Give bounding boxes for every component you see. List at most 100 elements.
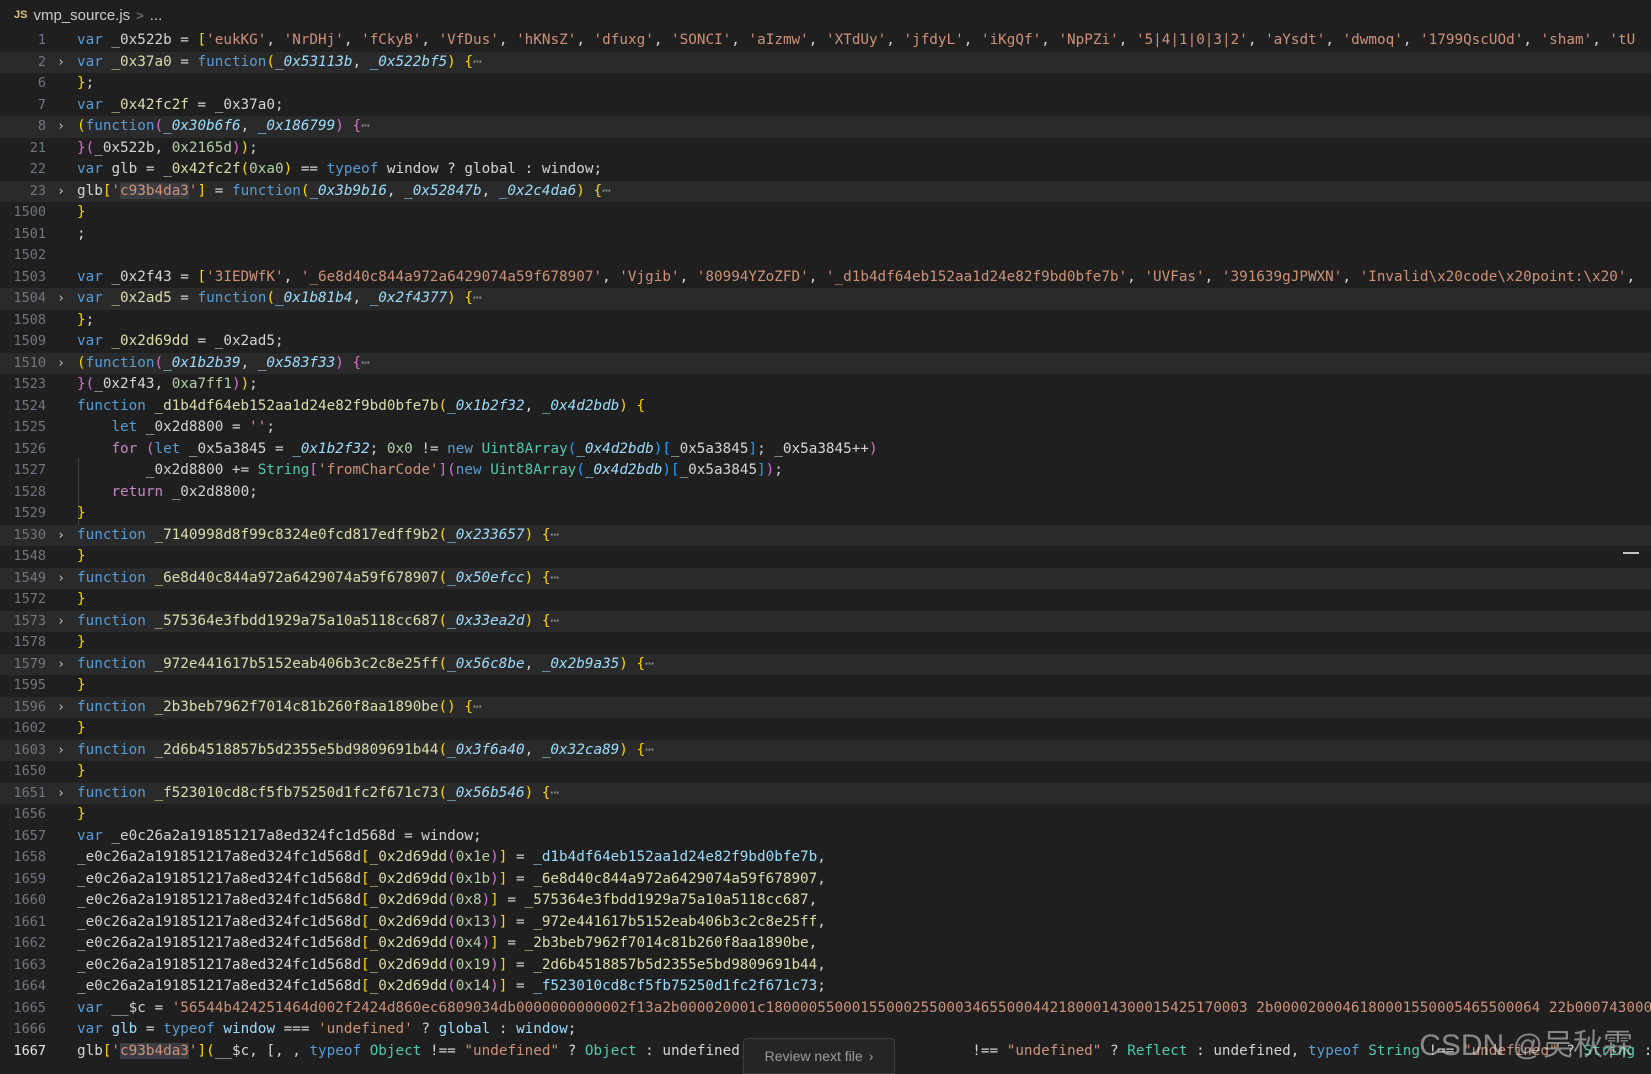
- code-line[interactable]: 1573›function _575364e3fbdd1929a75a10a51…: [0, 611, 1651, 633]
- code-line[interactable]: 1572}: [0, 589, 1651, 611]
- code-token: ): [335, 355, 344, 371]
- fold-chevron-icon[interactable]: ›: [54, 611, 68, 633]
- code-line[interactable]: 1595}: [0, 675, 1651, 697]
- code-token: =: [507, 978, 533, 994]
- fold-chevron-icon[interactable]: ›: [54, 116, 68, 138]
- code-text: }: [77, 675, 1651, 697]
- code-text: var _0x2ad5 = function(_0x1b81b4, _0x2f4…: [77, 288, 1651, 310]
- fold-chevron-icon[interactable]: ›: [54, 740, 68, 762]
- code-token: [77, 441, 111, 457]
- code-line[interactable]: 1526 for (let _0x5a3845 = _0x1b2f32; 0x0…: [0, 439, 1651, 461]
- line-number: 1657: [0, 826, 46, 848]
- code-token: : undefined,: [637, 1043, 749, 1059]
- code-token: 'tU: [1609, 32, 1635, 48]
- code-line[interactable]: 1503var _0x2f43 = ['3IEDWfK', '_6e8d40c8…: [0, 267, 1651, 289]
- code-line[interactable]: 1501;: [0, 224, 1651, 246]
- fold-chevron-icon[interactable]: ›: [54, 181, 68, 203]
- code-line[interactable]: 1523}(_0x2f43, 0xa7ff1));: [0, 374, 1651, 396]
- code-text: for (let _0x5a3845 = _0x1b2f32; 0x0 != n…: [77, 439, 1651, 461]
- code-line[interactable]: 1650}: [0, 761, 1651, 783]
- code-line[interactable]: 1508};: [0, 310, 1651, 332]
- fold-chevron-icon[interactable]: ›: [54, 697, 68, 719]
- line-number: 1595: [0, 675, 46, 697]
- code-line[interactable]: 1578}: [0, 632, 1651, 654]
- code-token: ,: [602, 269, 619, 285]
- code-line[interactable]: 1596›function _2b3beb7962f7014c81b260f8a…: [0, 697, 1651, 719]
- fold-chevron-icon[interactable]: ›: [54, 654, 68, 676]
- code-line[interactable]: 22var glb = _0x42fc2f(0xa0) == typeof wi…: [0, 159, 1651, 181]
- code-token: (: [86, 376, 95, 392]
- code-line[interactable]: 1502: [0, 245, 1651, 267]
- code-token: [: [361, 935, 370, 951]
- code-line[interactable]: 1549›function _6e8d40c844a972a6429074a59…: [0, 568, 1651, 590]
- code-token: _0x3b9b16: [309, 183, 386, 199]
- code-line[interactable]: 1var _0x522b = ['eukKG', 'NrDHj', 'fCkyB…: [0, 30, 1651, 52]
- code-token: ': [111, 1043, 120, 1059]
- code-line[interactable]: 1661_e0c26a2a191851217a8ed324fc1d568d[_0…: [0, 912, 1651, 934]
- code-line[interactable]: 1529}: [0, 503, 1651, 525]
- code-line[interactable]: 1657var _e0c26a2a191851217a8ed324fc1d568…: [0, 826, 1651, 848]
- code-line[interactable]: 1527 _0x2d8800 += String['fromCharCode']…: [0, 460, 1651, 482]
- fold-chevron-icon[interactable]: ›: [54, 288, 68, 310]
- code-token: _0x1b2f32: [447, 398, 524, 414]
- code-token: ): [490, 871, 499, 887]
- code-line[interactable]: 1659_e0c26a2a191851217a8ed324fc1d568d[_0…: [0, 869, 1651, 891]
- code-line[interactable]: 1665var __$c = '56544b424251464d002f2424…: [0, 998, 1651, 1020]
- line-number: 1528: [0, 482, 46, 504]
- code-line[interactable]: 1662_e0c26a2a191851217a8ed324fc1d568d[_0…: [0, 933, 1651, 955]
- code-text: var _0x2d69dd = _0x2ad5;: [77, 331, 1651, 353]
- code-line[interactable]: 1500}: [0, 202, 1651, 224]
- code-token: [: [198, 32, 207, 48]
- code-line[interactable]: 1530›function _7140998d8f99c8324e0fcd817…: [0, 525, 1651, 547]
- code-token: function: [86, 118, 155, 134]
- code-token: ): [662, 462, 671, 478]
- code-line[interactable]: 1509var _0x2d69dd = _0x2ad5;: [0, 331, 1651, 353]
- line-number: 1659: [0, 869, 46, 891]
- code-line[interactable]: 1658_e0c26a2a191851217a8ed324fc1d568d[_0…: [0, 847, 1651, 869]
- code-line[interactable]: 1504›var _0x2ad5 = function(_0x1b81b4, _…: [0, 288, 1651, 310]
- code-token: =: [507, 871, 533, 887]
- code-token: function: [198, 290, 267, 306]
- code-line[interactable]: 8›(function(_0x30b6f6, _0x186799) {⋯: [0, 116, 1651, 138]
- fold-chevron-icon[interactable]: ›: [54, 783, 68, 805]
- code-token: ,: [499, 32, 516, 48]
- breadcrumb-more[interactable]: ...: [150, 7, 163, 24]
- code-token: _0x2f43 =: [111, 269, 197, 285]
- code-line[interactable]: 6};: [0, 73, 1651, 95]
- code-line[interactable]: 1656}: [0, 804, 1651, 826]
- code-line[interactable]: 2›var _0x37a0 = function(_0x53113b, _0x5…: [0, 52, 1651, 74]
- code-token: '391639gJPWXN': [1222, 269, 1343, 285]
- code-token: new: [447, 441, 481, 457]
- line-number: 1503: [0, 267, 46, 289]
- code-token: typeof: [1308, 1043, 1368, 1059]
- code-line[interactable]: 1603›function _2d6b4518857b5d2355e5bd980…: [0, 740, 1651, 762]
- code-line[interactable]: 1660_e0c26a2a191851217a8ed324fc1d568d[_0…: [0, 890, 1651, 912]
- review-next-file-button[interactable]: Review next file ›: [743, 1038, 895, 1074]
- code-line[interactable]: 21}(_0x522b, 0x2165d));: [0, 138, 1651, 160]
- code-line[interactable]: 1602}: [0, 718, 1651, 740]
- breadcrumb-file[interactable]: vmp_source.js: [33, 7, 130, 24]
- fold-chevron-icon[interactable]: ›: [54, 353, 68, 375]
- code-token: _0x5a3845 =: [189, 441, 292, 457]
- code-line[interactable]: 1548}: [0, 546, 1651, 568]
- code-token: (: [439, 613, 448, 629]
- code-line[interactable]: 1528 return _0x2d8800;: [0, 482, 1651, 504]
- fold-chevron-icon[interactable]: ›: [54, 52, 68, 74]
- code-editor[interactable]: 1var _0x522b = ['eukKG', 'NrDHj', 'fCkyB…: [0, 30, 1651, 1072]
- code-line[interactable]: 1663_e0c26a2a191851217a8ed324fc1d568d[_0…: [0, 955, 1651, 977]
- fold-chevron-icon[interactable]: ›: [54, 568, 68, 590]
- code-token: ': [111, 183, 120, 199]
- code-line[interactable]: 1510›(function(_0x1b2b39, _0x583f33) {⋯: [0, 353, 1651, 375]
- code-line[interactable]: 23›glb['c93b4da3'] = function(_0x3b9b16,…: [0, 181, 1651, 203]
- code-line[interactable]: 7var _0x42fc2f = _0x37a0;: [0, 95, 1651, 117]
- code-line[interactable]: 1651›function _f523010cd8cf5fb75250d1fc2…: [0, 783, 1651, 805]
- code-line[interactable]: 1664_e0c26a2a191851217a8ed324fc1d568d[_0…: [0, 976, 1651, 998]
- code-token: new: [456, 462, 490, 478]
- fold-chevron-icon[interactable]: ›: [54, 525, 68, 547]
- code-line[interactable]: 1524function _d1b4df64eb152aa1d24e82f9bd…: [0, 396, 1651, 418]
- code-token: 'jfdyL': [903, 32, 963, 48]
- code-text: _e0c26a2a191851217a8ed324fc1d568d[_0x2d6…: [77, 912, 1651, 934]
- code-line[interactable]: 1525 let _0x2d8800 = '';: [0, 417, 1651, 439]
- code-line[interactable]: 1579›function _972e441617b5152eab406b3c2…: [0, 654, 1651, 676]
- code-token: (: [439, 742, 448, 758]
